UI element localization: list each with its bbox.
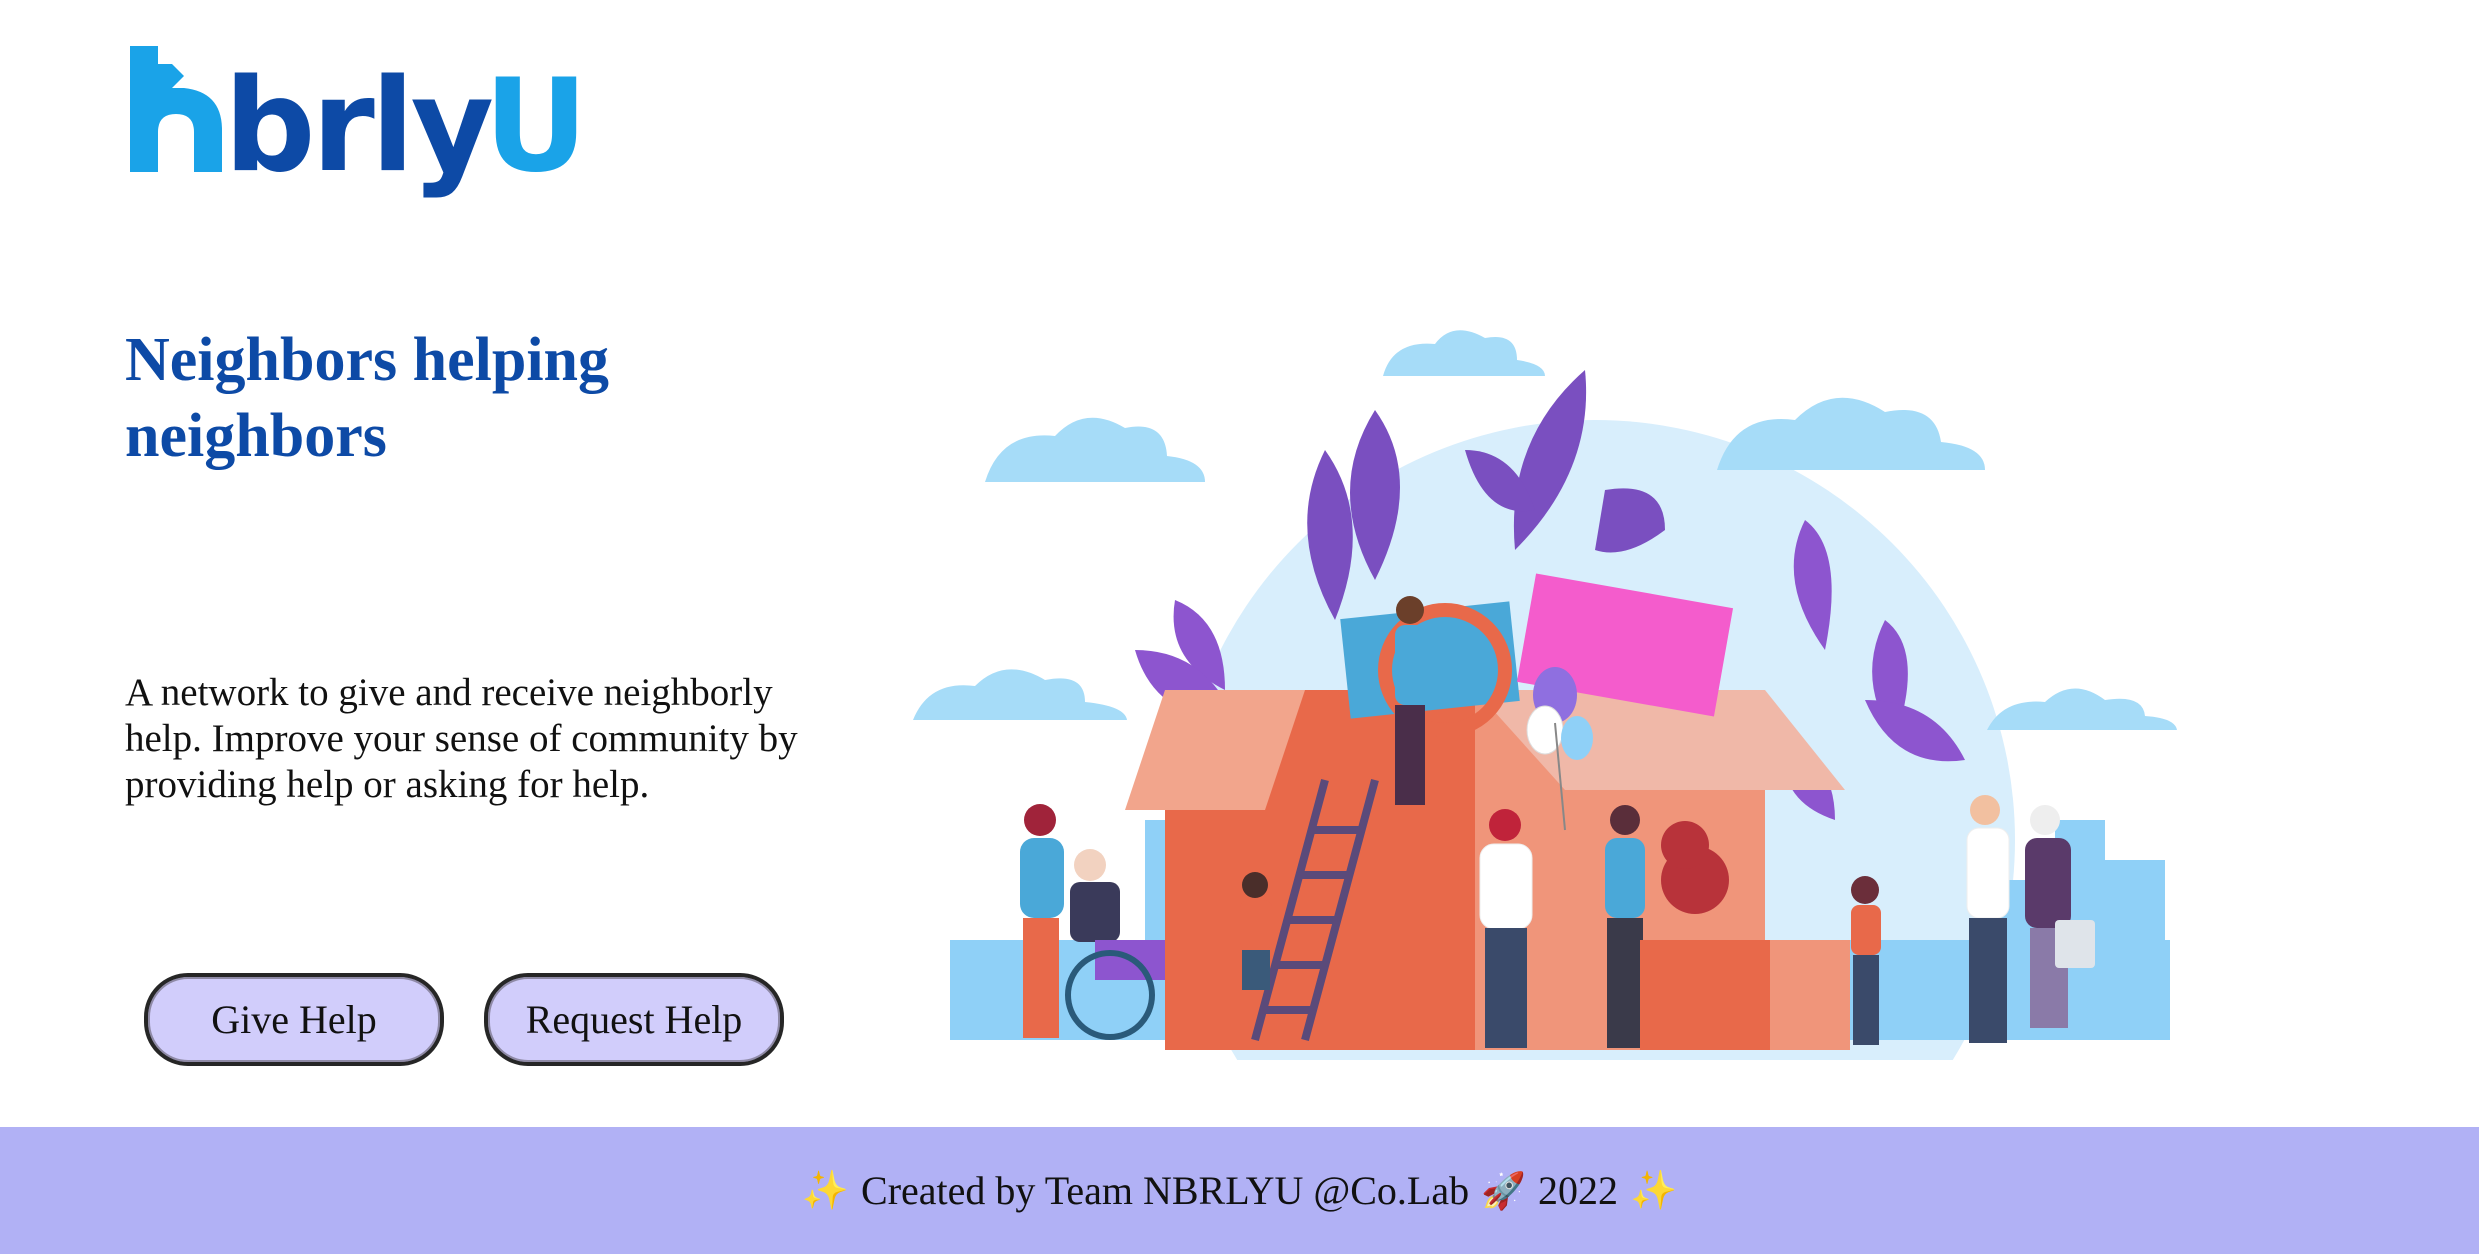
footer-year: 2022 [1537, 1168, 1618, 1213]
footer-credit-text: Created by Team NBRLYU @Co.Lab [861, 1168, 1470, 1213]
hero-title: Neighbors helping neighbors [125, 326, 610, 470]
community-illustration [913, 330, 2177, 1060]
hero-description: A network to give and receive neighborly… [125, 671, 798, 806]
give-help-button[interactable]: Give Help [144, 973, 444, 1066]
request-help-button[interactable]: Request Help [484, 973, 784, 1066]
nbrlyu-logo[interactable]: brly U [122, 42, 582, 212]
svg-text:brly: brly [224, 52, 493, 201]
footer: ✨ Created by Team NBRLYU @Co.Lab 🚀 2022 … [0, 1127, 2479, 1254]
house-n-icon [130, 46, 222, 172]
rocket-icon: 🚀 [1481, 1170, 1526, 1212]
sparkle-icon: ✨ [1629, 1168, 1678, 1212]
svg-text:U: U [484, 52, 582, 201]
sparkle-icon: ✨ [801, 1168, 850, 1212]
